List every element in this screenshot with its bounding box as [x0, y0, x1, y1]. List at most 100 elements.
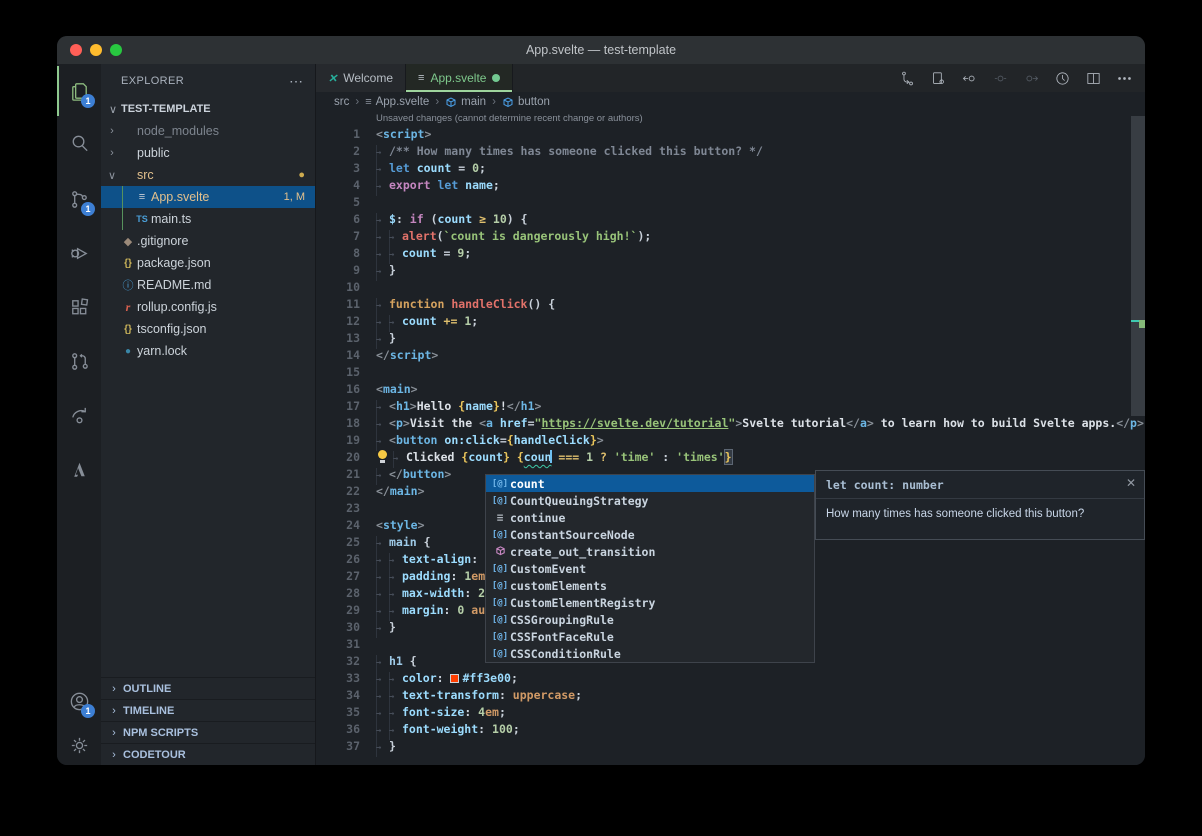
breadcrumb-item-main[interactable]: main — [445, 96, 486, 109]
suggest-item-customelements[interactable]: [@]customElements — [486, 577, 814, 594]
sidebar-more-actions-icon[interactable]: ⋯ — [289, 73, 303, 90]
suggest-item-count[interactable]: [@]count — [486, 475, 814, 492]
previous-change-icon[interactable] — [958, 67, 980, 89]
accounts-icon[interactable]: 1 — [57, 676, 101, 726]
azure-icon[interactable] — [57, 444, 101, 494]
symbol-variable-icon: [@] — [490, 615, 510, 625]
code-token: name — [465, 399, 493, 413]
suggest-item-customelementregistry[interactable]: [@]CustomElementRegistry — [486, 594, 814, 611]
extensions-icon[interactable] — [57, 282, 101, 332]
file-name: main.ts — [151, 212, 315, 226]
settings-gear-icon[interactable] — [57, 720, 101, 765]
code-token: } — [493, 399, 500, 413]
file-tree-item-public[interactable]: ›public — [101, 142, 315, 164]
code-line-4: 4→export let name; — [316, 177, 1145, 194]
search-icon[interactable] — [57, 118, 101, 168]
code-line-36: 36→→font-weight: 100; — [316, 721, 1145, 738]
file-tree-item-src[interactable]: ∨src● — [101, 164, 315, 186]
suggest-item-cssfontfacerule[interactable]: [@]CSSFontFaceRule — [486, 628, 814, 645]
file-tree-item-rollup-config-js[interactable]: rrollup.config.js — [101, 296, 315, 318]
file-tree-item--gitignore[interactable]: ◆.gitignore — [101, 230, 315, 252]
live-share-icon[interactable] — [57, 390, 101, 440]
split-editor-icon[interactable] — [1082, 67, 1104, 89]
line-number: 18 — [316, 415, 360, 432]
breadcrumb-item-button[interactable]: button — [502, 96, 550, 109]
code-token: </ — [846, 416, 860, 430]
suggest-item-continue[interactable]: ≡continue — [486, 509, 814, 526]
suggest-item-customevent[interactable]: [@]CustomEvent — [486, 560, 814, 577]
open-changes-icon[interactable] — [896, 67, 918, 89]
file-tree-item-node-modules[interactable]: ›node_modules — [101, 120, 315, 142]
section-timeline[interactable]: ›TIMELINE — [101, 699, 315, 721]
github-pull-requests-icon[interactable] — [57, 336, 101, 386]
file-tree-item-readme-md[interactable]: ⓘREADME.md — [101, 274, 315, 296]
line-number: 14 — [316, 347, 360, 364]
color-swatch[interactable] — [450, 674, 459, 683]
code-token: > — [597, 433, 604, 447]
file-name: .gitignore — [137, 234, 315, 248]
scrollbar-slider[interactable] — [1131, 116, 1145, 416]
line-number: 20 — [316, 449, 360, 466]
code-token: Clicked — [406, 450, 461, 464]
more-actions-icon[interactable] — [1113, 67, 1135, 89]
lightbulb-icon[interactable] — [376, 450, 389, 463]
line-number: 3 — [316, 160, 360, 177]
symbol-variable-icon: [@] — [490, 598, 510, 608]
code-token: { — [517, 450, 524, 464]
close-window-button[interactable] — [70, 44, 82, 56]
code-token: } — [725, 450, 732, 464]
code-line-10: 10 — [316, 279, 1145, 296]
readme-info-icon: ⓘ — [119, 277, 137, 293]
run-debug-icon[interactable] — [57, 228, 101, 278]
tab-welcome[interactable]: ✕ Welcome — [316, 64, 406, 92]
codelens-unsaved-changes[interactable]: Unsaved changes (cannot determine recent… — [316, 112, 1145, 126]
file-tree-item-main-ts[interactable]: TSmain.ts — [101, 208, 315, 230]
file-tree-item-package-json[interactable]: {}package.json — [101, 252, 315, 274]
file-tree-item-app-svelte[interactable]: ≡App.svelte1, M — [101, 186, 315, 208]
section-npm-scripts[interactable]: ›NPM SCRIPTS — [101, 721, 315, 743]
code-token: a — [860, 416, 867, 430]
code-token: } — [389, 620, 396, 634]
next-change-icon[interactable] — [1020, 67, 1042, 89]
suggest-item-cssgroupingrule[interactable]: [@]CSSGroupingRule — [486, 611, 814, 628]
suggest-label: customElements — [510, 579, 607, 593]
editor-scrollbar[interactable] — [1131, 112, 1145, 765]
suggest-item-cssconditionrule[interactable]: [@]CSSConditionRule — [486, 645, 814, 662]
close-icon[interactable]: ✕ — [1126, 476, 1136, 490]
change-indicator-icon[interactable] — [989, 67, 1011, 89]
suggest-item-constantsourcenode[interactable]: [@]ConstantSourceNode — [486, 526, 814, 543]
code-line-2: 2→/** How many times has someone clicked… — [316, 143, 1145, 160]
unsaved-dot-icon[interactable] — [492, 74, 500, 82]
symbol-element-icon — [502, 96, 514, 109]
minimize-window-button[interactable] — [90, 44, 102, 56]
line-number: 27 — [316, 568, 360, 585]
line-number: 16 — [316, 381, 360, 398]
explorer-icon[interactable]: 1 — [57, 66, 101, 116]
zoom-window-button[interactable] — [110, 44, 122, 56]
code-token: h1 — [396, 399, 410, 413]
code-token: count — [402, 246, 437, 260]
breadcrumb-item-src[interactable]: src — [334, 96, 349, 108]
chevron-right-icon: › — [107, 749, 121, 761]
gitlens-file-history-icon[interactable] — [1051, 67, 1073, 89]
code-editor[interactable]: Unsaved changes (cannot determine recent… — [316, 112, 1145, 765]
code-token: 'time' — [614, 450, 656, 464]
editor-actions — [896, 64, 1145, 92]
tab-bar: ✕ Welcome ≡ App.svelte — [316, 64, 1145, 92]
file-tree-item-tsconfig-json[interactable]: {}tsconfig.json — [101, 318, 315, 340]
project-root-row[interactable]: ∨ TEST-TEMPLATE — [101, 98, 315, 120]
source-control-icon[interactable]: 1 — [57, 174, 101, 224]
line-number: 36 — [316, 721, 360, 738]
suggest-label: CustomElementRegistry — [510, 596, 655, 610]
suggest-item-countqueuingstrategy[interactable]: [@]CountQueuingStrategy — [486, 492, 814, 509]
suggest-item-create_out_transition[interactable]: create_out_transition — [486, 543, 814, 560]
open-preview-icon[interactable] — [927, 67, 949, 89]
file-tree-item-yarn-lock[interactable]: ●yarn.lock — [101, 340, 315, 362]
code-token: script — [383, 127, 425, 141]
tab-app-svelte[interactable]: ≡ App.svelte — [406, 64, 513, 92]
section-outline[interactable]: ›OUTLINE — [101, 677, 315, 699]
breadcrumb-item-app-svelte[interactable]: ≡App.svelte — [365, 96, 429, 108]
code-line-33: 33→→color: #ff3e00; — [316, 670, 1145, 687]
code-token — [510, 450, 517, 464]
section-codetour[interactable]: ›CODETOUR — [101, 743, 315, 765]
